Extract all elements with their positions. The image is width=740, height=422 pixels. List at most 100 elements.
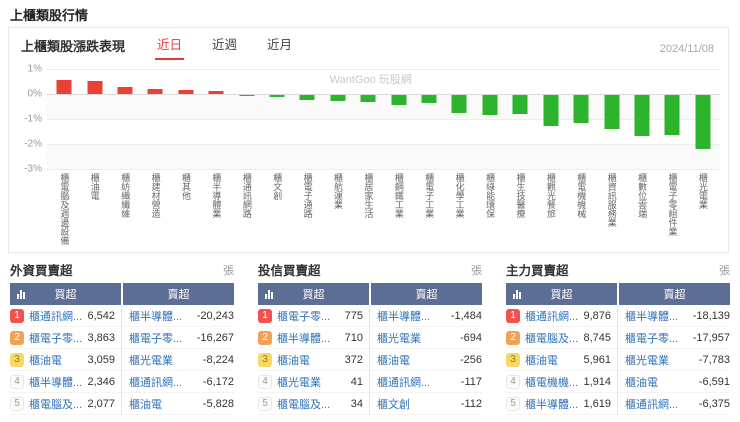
bar-slot — [627, 69, 657, 169]
x-axis-label: 櫃半導體業 — [211, 173, 222, 218]
sector-link[interactable]: 櫃半導體... — [525, 396, 579, 412]
table-unit: 張 — [471, 264, 482, 277]
sector-link[interactable]: 櫃半導體... — [377, 308, 447, 324]
x-axis-label: 櫃化學工業 — [454, 173, 465, 218]
rank-badge: 1 — [506, 308, 520, 323]
y-axis-tick: -3% — [24, 163, 42, 175]
table-row: 3 櫃油電 372 櫃油電 -256 — [258, 349, 482, 371]
net-buy-value: 2,346 — [87, 375, 115, 388]
sector-bar — [147, 88, 163, 94]
sector-link[interactable]: 櫃光電業 — [625, 352, 695, 368]
sell-cell: 櫃光電業 -694 — [369, 327, 482, 348]
x-axis-label: 櫃綠能環保 — [485, 173, 496, 218]
net-sell-value: -117 — [460, 375, 482, 388]
bars-layer — [49, 69, 718, 169]
bar-slot — [201, 69, 231, 169]
table-titlebar: 投信買賣超 張 — [258, 261, 482, 278]
buy-header: 買超 — [506, 283, 617, 305]
table-row: 5 櫃電腦及... 2,077 櫃油電 -5,828 — [10, 393, 234, 415]
net-buy-value: 6,542 — [87, 309, 115, 322]
x-label-slot: 櫃觀光餐旅 — [536, 173, 566, 245]
sector-link[interactable]: 櫃電腦及... — [277, 396, 347, 412]
bar-slot — [140, 69, 170, 169]
bar-slot — [596, 69, 626, 169]
x-axis-label: 櫃光電業 — [697, 173, 708, 209]
sector-link[interactable]: 櫃半導體... — [29, 374, 83, 390]
x-label-slot: 櫃電子通路 — [292, 173, 322, 245]
sector-link[interactable]: 櫃光電業 — [277, 374, 347, 390]
sector-link[interactable]: 櫃光電業 — [129, 352, 199, 368]
table-row: 1 櫃通訊網... 6,542 櫃半導體... -20,243 — [10, 305, 234, 327]
sector-bar — [421, 95, 437, 104]
sector-link[interactable]: 櫃電子零... — [29, 330, 83, 346]
x-axis-label: 櫃其他 — [181, 173, 191, 200]
table-row: 5 櫃半導體... 1,619 櫃通訊網... -6,375 — [506, 393, 730, 415]
sector-link[interactable]: 櫃通訊網... — [625, 396, 695, 412]
x-label-slot: 櫃電子工業 — [414, 173, 444, 245]
sell-cell: 櫃半導體... -20,243 — [121, 305, 234, 326]
net-buy-value: 710 — [344, 331, 363, 344]
table-row: 5 櫃電腦及... 34 櫃文創 -112 — [258, 393, 482, 415]
x-label-slot: 櫃鋼鐵工業 — [383, 173, 413, 245]
tab-近日[interactable]: 近日 — [155, 34, 185, 60]
sector-link[interactable]: 櫃油電 — [525, 352, 579, 368]
card-header: 上櫃類股漲跌表現 近日 近週 近月 2024/11/08 — [9, 28, 728, 60]
sector-link[interactable]: 櫃油電 — [129, 396, 199, 412]
table-header: 買超 賣超 — [506, 283, 730, 305]
sector-bar — [543, 95, 559, 126]
rank-badge: 1 — [258, 308, 272, 323]
sector-link[interactable]: 櫃半導體... — [277, 330, 341, 346]
sector-link[interactable]: 櫃通訊網... — [129, 374, 199, 390]
sector-link[interactable]: 櫃電子零... — [277, 308, 341, 324]
bar-slot — [475, 69, 505, 169]
sector-bar — [299, 95, 315, 100]
net-buy-value: 1,619 — [583, 397, 611, 410]
x-axis-label: 櫃資訊服務業 — [606, 173, 617, 227]
sector-bar — [178, 89, 194, 94]
page-title: 上櫃類股行情 — [10, 8, 89, 23]
net-sell-value: -7,783 — [698, 353, 730, 366]
sector-link[interactable]: 櫃通訊網... — [29, 308, 83, 324]
x-axis-label: 櫃觀光餐旅 — [545, 173, 556, 218]
sell-header: 賣超 — [123, 283, 234, 305]
sector-bar — [695, 95, 711, 149]
x-label-slot: 櫃電腦及週邊設備 — [49, 173, 79, 245]
sector-link[interactable]: 櫃油電 — [29, 352, 83, 368]
sector-bar — [87, 81, 103, 94]
tab-近月[interactable]: 近月 — [265, 34, 294, 60]
buy-header: 買超 — [258, 283, 369, 305]
sector-link[interactable]: 櫃通訊網... — [525, 308, 579, 324]
sector-link[interactable]: 櫃油電 — [277, 352, 341, 368]
sector-bar — [512, 95, 528, 115]
sector-link[interactable]: 櫃半導體... — [129, 308, 193, 324]
buy-cell: 3 櫃油電 5,961 — [506, 349, 617, 370]
bar-slot — [79, 69, 109, 169]
sell-cell: 櫃油電 -256 — [369, 349, 482, 370]
card-title: 上櫃類股漲跌表現 — [21, 39, 126, 54]
sector-link[interactable]: 櫃通訊網... — [377, 374, 457, 390]
y-axis-tick: -2% — [24, 138, 42, 150]
bar-slot — [688, 69, 718, 169]
net-table-主力買賣超: 主力買賣超張買超 賣超 1 櫃通訊網... 9,876 櫃半導體... -18,139 2 櫃電… — [506, 261, 730, 415]
sector-link[interactable]: 櫃電子零... — [129, 330, 193, 346]
sector-bar — [634, 95, 650, 136]
sector-link[interactable]: 櫃電腦及... — [29, 396, 83, 412]
sector-link[interactable]: 櫃電腦及... — [525, 330, 579, 346]
sector-link[interactable]: 櫃電子零... — [625, 330, 689, 346]
sector-link[interactable]: 櫃油電 — [377, 352, 456, 368]
net-sell-value: -17,957 — [692, 331, 730, 344]
net-sell-value: -6,172 — [202, 375, 234, 388]
quote-date: 2024/11/08 — [659, 43, 714, 55]
x-axis-label: 櫃建材營造 — [150, 173, 161, 218]
rank-badge: 4 — [506, 374, 520, 389]
table-title: 主力買賣超 — [506, 264, 569, 278]
net-sell-value: -5,828 — [202, 397, 234, 410]
tab-近週[interactable]: 近週 — [210, 34, 239, 60]
sector-link[interactable]: 櫃文創 — [377, 396, 457, 412]
sector-link[interactable]: 櫃半導體... — [625, 308, 689, 324]
sector-link[interactable]: 櫃電機機... — [525, 374, 579, 390]
net-buy-value: 1,914 — [583, 375, 611, 388]
plot-area: WantGoo 玩股網 1% 0% -1% -2% -3% — [24, 64, 720, 175]
sector-link[interactable]: 櫃油電 — [625, 374, 695, 390]
sector-link[interactable]: 櫃光電業 — [377, 330, 456, 346]
